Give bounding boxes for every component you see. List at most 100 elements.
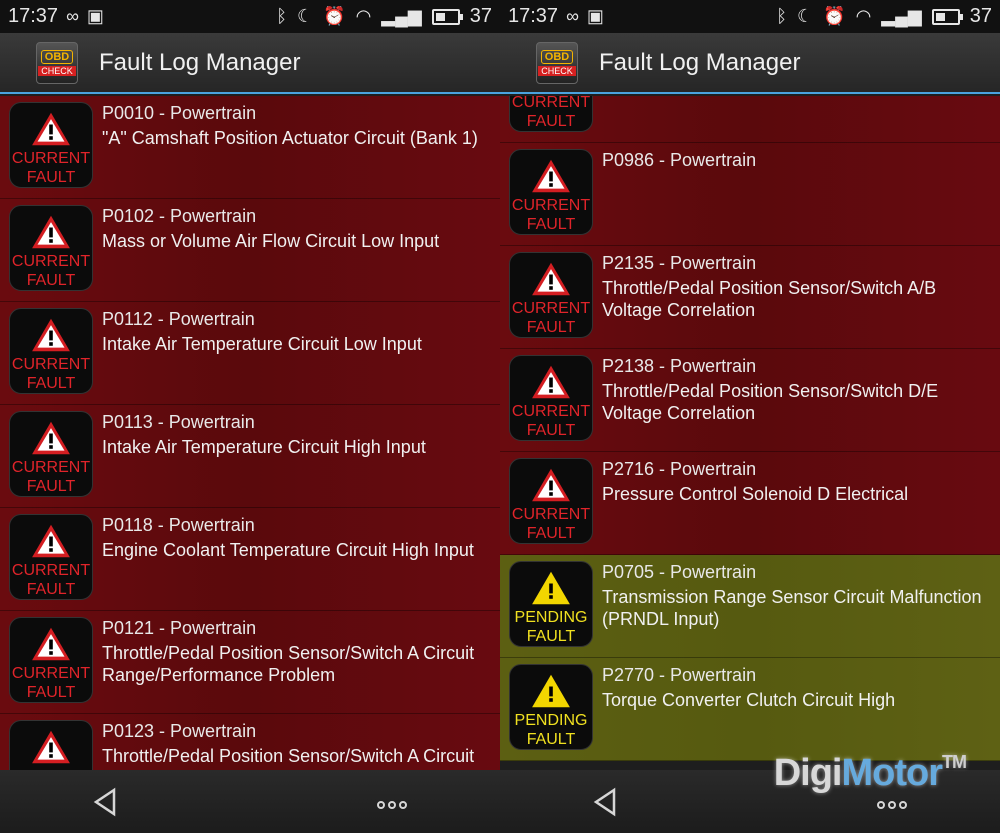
fault-code: P0010 - Powertrain: [102, 103, 257, 123]
badge-line1: CURRENT: [11, 253, 91, 270]
app-icon-label-bottom: CHECK: [38, 65, 76, 76]
page-title: Fault Log Manager: [599, 48, 801, 76]
fault-description: Mass or Volume Air Flow Circuit Low Inpu…: [102, 231, 440, 251]
back-icon[interactable]: [92, 787, 118, 817]
current-fault-badge: CURRENT FAULT: [9, 205, 93, 291]
fault-description: Transmission Range Sensor Circuit Malfun…: [602, 587, 982, 629]
right-screen: 17:37 ∞ ▣ ᛒ ☾ ⏰ ◠ ▂▄▆ 37 OBD CHECK Fault…: [500, 0, 1000, 833]
alarm-icon: ⏰: [323, 6, 346, 26]
fault-description: Throttle/Pedal Position Sensor/Switch D/…: [602, 381, 939, 423]
obd-check-icon[interactable]: OBD CHECK: [36, 41, 78, 84]
warning-triangle-icon: [532, 262, 570, 296]
fault-code: P0118 - Powertrain: [102, 515, 255, 535]
fault-description: Intake Air Temperature Circuit Low Input: [102, 334, 422, 354]
current-fault-badge: CURRENTFAULT: [509, 252, 593, 338]
battery-percent: 37: [469, 5, 492, 27]
fault-row[interactable]: CURRENT FAULT P0113 - Powertrain Intake Air…: [0, 405, 500, 508]
fault-code: P2770 - Powertrain: [602, 665, 757, 685]
status-time: 17:37: [508, 5, 559, 27]
warning-triangle-icon: [532, 571, 570, 605]
fault-code: P0123 - Powertrain: [102, 721, 257, 741]
badge-line1: CURRENT: [11, 150, 91, 167]
current-fault-badge: CURRENTFAULT: [509, 355, 593, 441]
fault-row[interactable]: CURRENT FAULT P0010 - Powertrain "A" Camsha…: [0, 96, 500, 199]
badge-line2: FAULT: [526, 216, 576, 233]
more-options-icon[interactable]: [877, 796, 910, 812]
badge-line2: FAULT: [26, 272, 76, 289]
pending-fault-badge: PENDING FAULT: [509, 561, 593, 647]
fault-list[interactable]: CURRENT FAULT P0010 - Powertrain "A" Camsha…: [0, 96, 500, 770]
warning-triangle-icon: [532, 365, 570, 399]
page-title: Fault Log Manager: [99, 48, 301, 76]
badge-line1: CURRENT: [511, 197, 591, 214]
fault-code: P0102 - Powertrain: [102, 206, 257, 226]
current-fault-badge: CURRENT FAULT: [509, 458, 593, 544]
badge-line1: CURRENT: [511, 506, 591, 523]
badge-line1: PENDING: [514, 609, 588, 626]
current-fault-badge: CURRENTFAULT: [509, 96, 593, 132]
fault-row[interactable]: CURRENT FAULT P2716 - Powertrain Pressure C…: [500, 452, 1000, 555]
fault-row[interactable]: PENDING FAULT P2770 - Powertrain Torque Con…: [500, 658, 1000, 761]
badge-line1: CURRENT: [511, 403, 591, 420]
watermark-tm: TM: [942, 752, 967, 772]
fault-description: "A" Camshaft Position Actuator Circuit (…: [102, 128, 478, 148]
image-icon: ▣: [586, 6, 604, 26]
warning-triangle-icon: [32, 112, 70, 146]
fault-row[interactable]: PENDING FAULT P0705 - Powertrain Transmissi…: [500, 555, 1000, 658]
brand-watermark: DigiMotorTM: [773, 752, 967, 795]
fault-row[interactable]: CURRENT FAULT P2138 - Powertrain Throttle/P…: [500, 349, 1000, 452]
image-icon: ▣: [86, 6, 104, 26]
bluetooth-icon: ᛒ: [276, 6, 288, 26]
fault-row[interactable]: CURRENT FAULT P0102 - Powertrain Mass or Vo…: [0, 199, 500, 302]
fault-description: Engine Coolant Temperature Circuit High …: [102, 540, 474, 560]
bluetooth-icon: ᛒ: [776, 6, 788, 26]
fault-row[interactable]: CURRENT FAULT P0121 - Powertrain Throttle/P…: [0, 611, 500, 714]
fault-description: Torque Converter Clutch Circuit High: [602, 690, 896, 710]
fault-row[interactable]: CURRENT FAULT P2135 - Powertrain Throttle/P…: [500, 246, 1000, 349]
badge-line2: FAULT: [26, 684, 76, 701]
fault-description: Intake Air Temperature Circuit High Inpu…: [102, 437, 426, 457]
fault-row[interactable]: CURRENTFAULT P0123 - Powertrain Throttle/P…: [0, 714, 500, 770]
badge-line2: FAULT: [526, 731, 576, 748]
current-fault-badge: CURRENTFAULT: [9, 720, 93, 770]
pending-fault-badge: PENDING FAULT: [509, 664, 593, 750]
badge-line1: CURRENT: [511, 96, 591, 111]
signal-icon: ▂▄▆: [881, 6, 922, 26]
fault-code: P0113 - Powertrain: [102, 412, 255, 432]
action-bar: OBD CHECK Fault Log Manager: [500, 33, 1000, 94]
badge-line2: FAULT: [26, 478, 76, 495]
battery-icon: [431, 8, 463, 25]
current-fault-badge: CURRENT FAULT: [9, 411, 93, 497]
warning-triangle-icon: [532, 159, 570, 193]
warning-triangle-icon: [32, 627, 70, 661]
current-fault-badge: CURRENT FAULT: [9, 102, 93, 188]
badge-line2: FAULT: [526, 525, 576, 542]
fault-row[interactable]: CURRENT FAULT P0986 - Powertrain: [500, 143, 1000, 246]
fault-row[interactable]: CURRENT FAULT P0118 - Powertrain Engine Coo…: [0, 508, 500, 611]
battery-icon: [931, 8, 963, 25]
status-bar: 17:37 ∞ ▣ ᛒ ☾ ⏰ ◠ ▂▄▆ 37: [0, 0, 500, 33]
infinity-icon: ∞: [566, 6, 579, 26]
fault-description: Throttle/Pedal Position Sensor/Switch A …: [102, 746, 475, 766]
fault-row[interactable]: CURRENT FAULT: [500, 96, 1000, 143]
fault-code: P2138 - Powertrain: [602, 356, 757, 376]
current-fault-badge: CURRENTFAULT: [9, 617, 93, 703]
back-icon[interactable]: [592, 787, 618, 817]
fault-row[interactable]: CURRENT FAULT P0112 - Powertrain Intake Air…: [0, 302, 500, 405]
moon-icon: ☾: [297, 6, 314, 26]
current-fault-badge: CURRENT FAULT: [509, 149, 593, 235]
obd-check-icon[interactable]: OBD CHECK: [536, 41, 578, 84]
more-options-icon[interactable]: [377, 796, 410, 812]
watermark-part1: Digi: [773, 752, 843, 794]
badge-line2: FAULT: [26, 375, 76, 392]
wifi-icon: ◠: [355, 6, 372, 26]
badge-line1: CURRENT: [11, 459, 91, 476]
fault-description: Pressure Control Solenoid D Electrical: [602, 484, 909, 504]
fault-code: P0986 - Powertrain: [602, 150, 757, 170]
fault-list[interactable]: CURRENT FAULT CURRENT FAULT P0986 - Powertra…: [500, 96, 1000, 770]
warning-triangle-icon: [32, 215, 70, 249]
fault-code: P0121 - Powertrain: [102, 618, 257, 638]
badge-line2: FAULT: [26, 169, 76, 186]
warning-triangle-icon: [532, 674, 570, 708]
badge-line1: PENDING: [514, 712, 588, 729]
